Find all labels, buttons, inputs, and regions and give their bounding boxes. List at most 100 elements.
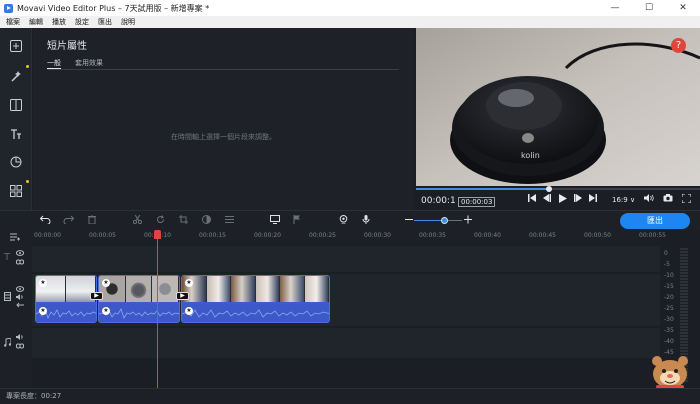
video-editor-window: Movavi Video Editor Plus – 7天試用版 – 新增專案 …	[0, 0, 700, 404]
preview-pane: kolin ? 00:00:1 00:00:03 16:9 ∨	[416, 28, 700, 210]
product-photo: kolin	[416, 28, 700, 186]
meter-scale-label: -25	[664, 305, 674, 312]
minimize-button[interactable]: —	[598, 3, 632, 13]
music-track-volume-icon[interactable]	[16, 334, 24, 342]
video-track-visibility-icon[interactable]	[15, 286, 25, 294]
ruler-tick-label: 00:00:15	[199, 232, 226, 239]
marker-flag-icon[interactable]	[293, 215, 301, 227]
menu-file[interactable]: 檔案	[6, 17, 20, 27]
ruler-tick-label: 00:00:50	[584, 232, 611, 239]
project-length: 專案長度：00:27	[6, 392, 62, 400]
video-clip-3[interactable]: ★ ★	[181, 275, 330, 323]
menu-help[interactable]: 說明	[121, 17, 135, 27]
clip-effects-star-icon[interactable]: ★	[102, 279, 110, 287]
product-brand: kolin	[521, 151, 540, 160]
timeline-zoom-slider[interactable]	[414, 217, 462, 224]
audio-effects-star-icon[interactable]: ★	[39, 307, 47, 315]
fit-to-screen-icon[interactable]	[270, 215, 280, 227]
export-button[interactable]: 匯出	[620, 213, 690, 229]
panel-title: 短片屬性	[47, 41, 87, 52]
preview-progress-bar[interactable]	[416, 186, 700, 192]
aspect-ratio-select[interactable]: 16:9 ∨	[612, 196, 635, 204]
color-adjust-icon[interactable]	[202, 215, 211, 227]
title-track-visibility-icon[interactable]	[15, 250, 25, 258]
ruler-tick-label: 00:00:55	[639, 232, 666, 239]
video-frame: kolin ?	[416, 28, 700, 186]
clip-effects-star-icon[interactable]: ★	[185, 279, 193, 287]
music-track-link-icon[interactable]	[16, 343, 24, 351]
next-frame-icon[interactable]	[574, 194, 582, 205]
magic-wand-icon[interactable]	[6, 65, 29, 86]
ruler-tick-label: 00:00:05	[89, 232, 116, 239]
menu-edit[interactable]: 編輯	[29, 17, 43, 27]
webcam-record-icon[interactable]	[339, 215, 348, 227]
zoom-slider-handle[interactable]	[441, 217, 448, 224]
close-button[interactable]: ✕	[666, 3, 700, 13]
status-bar: 專案長度：00:27	[0, 388, 700, 404]
title-track-lane[interactable]	[32, 246, 660, 272]
fullscreen-icon[interactable]	[681, 193, 692, 205]
timeline-ruler[interactable]: 00:00:0000:00:0500:00:1000:00:1500:00:20…	[32, 230, 666, 242]
music-track-icon	[4, 337, 12, 349]
rotate-icon[interactable]	[156, 215, 165, 227]
playhead[interactable]	[157, 232, 158, 388]
skip-to-end-icon[interactable]	[589, 194, 597, 205]
transition-icon[interactable]: ▶	[176, 292, 189, 300]
previous-frame-icon[interactable]	[543, 194, 551, 205]
meter-scale-label: -40	[664, 338, 674, 345]
music-track-lane[interactable]	[32, 328, 660, 358]
add-track-icon[interactable]	[10, 233, 21, 243]
current-timecode: 00:00:1	[421, 196, 456, 206]
video-clip-1[interactable]: ★ ★	[35, 275, 97, 323]
cut-icon[interactable]	[132, 214, 143, 227]
menu-export[interactable]: 匯出	[98, 17, 112, 27]
video-track-mute-icon[interactable]	[16, 294, 24, 302]
audio-effects-star-icon[interactable]: ★	[102, 307, 110, 315]
zoom-in-icon[interactable]	[464, 215, 472, 227]
transition-icon[interactable]	[6, 95, 26, 115]
progress-handle[interactable]	[546, 186, 553, 192]
titles-icon[interactable]	[6, 124, 26, 144]
clip-thumbnail	[304, 276, 329, 302]
menu-playback[interactable]: 播放	[52, 17, 66, 27]
delete-icon[interactable]	[88, 214, 96, 227]
maximize-button[interactable]: ☐	[632, 3, 666, 13]
menu-settings[interactable]: 設定	[75, 17, 89, 27]
ruler-tick-label: 00:00:30	[364, 232, 391, 239]
clip-effects-star-icon[interactable]: ★	[39, 279, 47, 287]
ruler-tick-label: 00:00:25	[309, 232, 336, 239]
meter-scale-label: -20	[664, 294, 674, 301]
clip-properties-icon[interactable]	[225, 215, 234, 227]
microphone-icon[interactable]	[362, 215, 370, 227]
video-track-link-icon[interactable]	[16, 302, 24, 310]
tab-applied-effects[interactable]: 套用效果	[75, 58, 103, 69]
ruler-tick-label: 00:00:00	[34, 232, 61, 239]
redo-icon[interactable]	[63, 215, 75, 227]
title-track-link-icon[interactable]	[16, 259, 24, 267]
clip-audio-waveform: ★	[182, 304, 329, 322]
help-button[interactable]: ?	[671, 38, 686, 53]
timecode-tooltip: 00:00:03	[458, 197, 496, 207]
audio-effects-star-icon[interactable]: ★	[185, 307, 193, 315]
crop-icon[interactable]	[179, 215, 188, 227]
clip-audio-waveform: ★	[36, 304, 96, 322]
timeline-toolbar: 匯出	[0, 210, 700, 230]
meter-scale-label: -5	[664, 261, 670, 268]
volume-icon[interactable]	[644, 194, 654, 205]
meter-scale-label: -10	[664, 272, 674, 279]
transition-icon[interactable]: ▶	[90, 292, 103, 300]
undo-icon[interactable]	[39, 215, 51, 227]
zoom-out-icon[interactable]	[405, 215, 413, 227]
snapshot-icon[interactable]	[663, 194, 673, 205]
window-title: Movavi Video Editor Plus – 7天試用版 – 新增專案 …	[17, 3, 210, 13]
play-icon[interactable]	[558, 194, 567, 205]
video-clip-2[interactable]: ★ ★	[98, 275, 180, 323]
clip-thumbnails	[99, 276, 179, 302]
playback-controls	[528, 194, 597, 205]
filters-icon[interactable]	[6, 152, 26, 172]
more-tools-icon[interactable]	[6, 180, 29, 201]
panel-tabs: 一般 套用效果	[47, 58, 399, 70]
skip-to-start-icon[interactable]	[528, 194, 536, 205]
import-icon[interactable]	[6, 36, 26, 56]
tab-general[interactable]: 一般	[47, 58, 61, 69]
